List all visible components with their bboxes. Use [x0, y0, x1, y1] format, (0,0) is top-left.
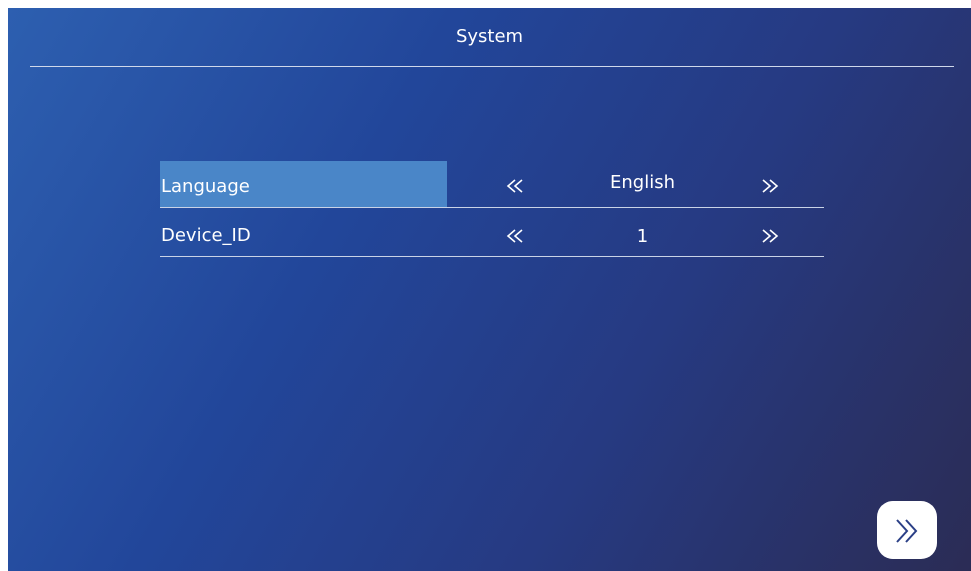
setting-row-language[interactable]: Language English [160, 161, 824, 208]
device-id-label-cell[interactable]: Device_ID [160, 208, 447, 256]
setting-row-device-id[interactable]: Device_ID 1 [160, 208, 824, 257]
language-label-highlight[interactable]: Language [160, 161, 447, 207]
device-id-value: 1 [636, 226, 649, 247]
language-value: English [610, 172, 675, 193]
double-chevron-left-icon[interactable] [505, 226, 525, 246]
double-chevron-right-icon [896, 519, 918, 543]
system-screen: System Language English Device_ID 1 [8, 8, 971, 571]
double-chevron-right-icon[interactable] [760, 226, 780, 246]
page-title: System [455, 26, 524, 47]
language-label: Language [161, 176, 250, 197]
device-id-label: Device_ID [161, 225, 251, 246]
double-chevron-right-icon[interactable] [760, 176, 780, 196]
double-chevron-left-icon[interactable] [505, 176, 525, 196]
next-page-button[interactable] [877, 501, 937, 559]
title-divider [30, 66, 954, 67]
